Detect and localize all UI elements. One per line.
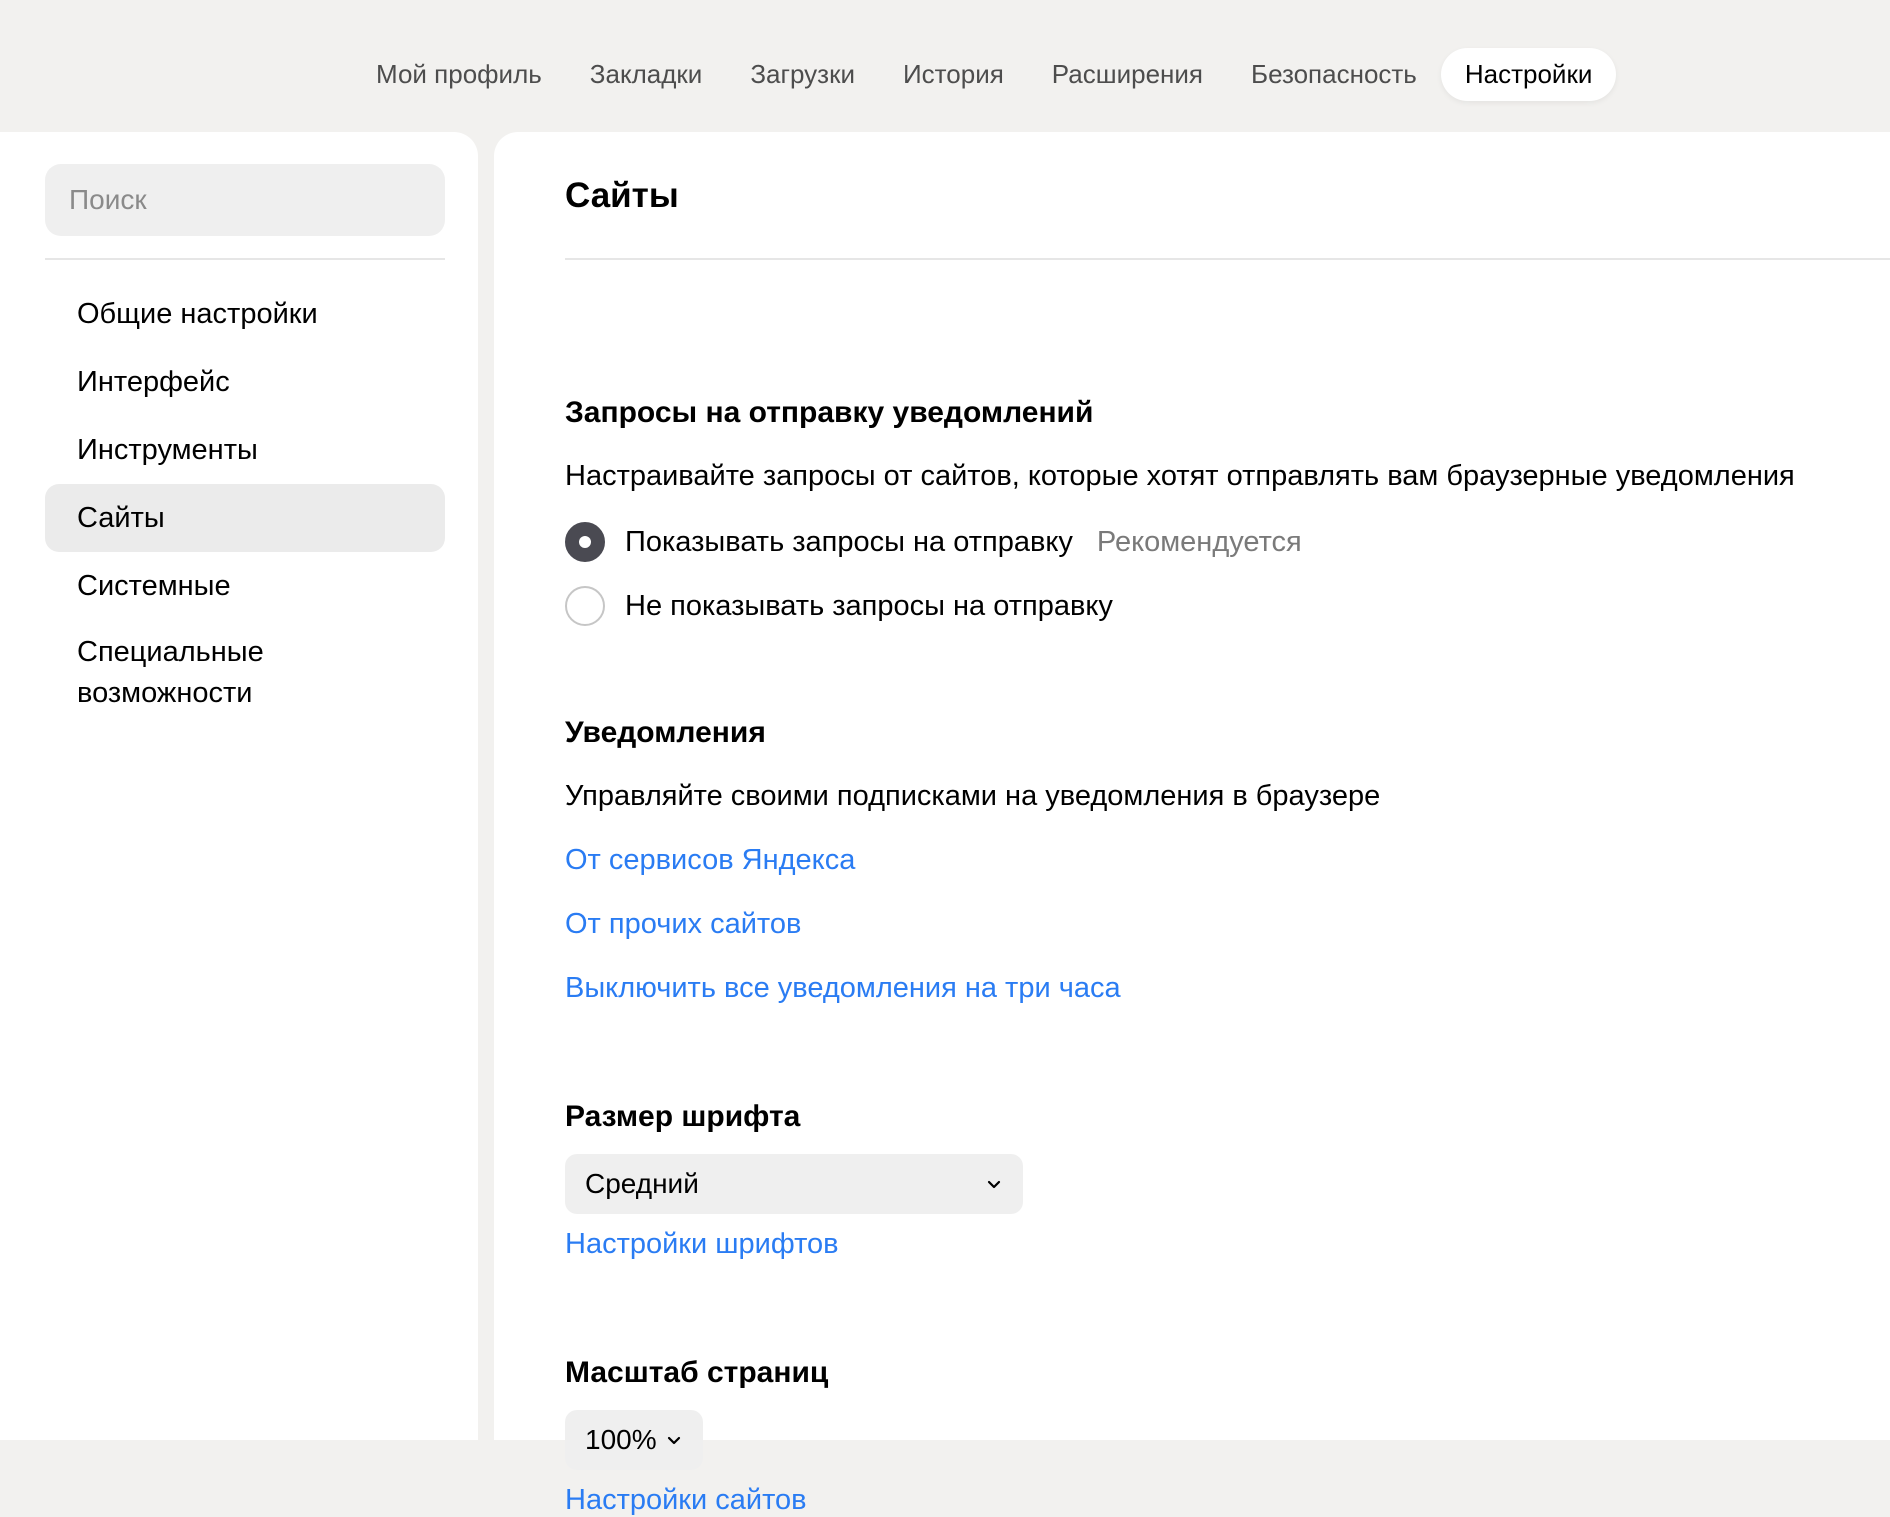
sidebar-item-sites[interactable]: Сайты <box>45 484 445 552</box>
font-size-heading: Размер шрифта <box>565 1100 801 1133</box>
radio-show-requests-label: Показывать запросы на отправку <box>625 525 1073 558</box>
page-zoom-selected-value: 100% <box>585 1424 657 1455</box>
chevron-down-icon <box>667 1436 681 1445</box>
font-size-select[interactable]: Средний <box>565 1154 1023 1214</box>
tab-extensions[interactable]: Расширения <box>1028 48 1227 101</box>
link-font-settings[interactable]: Настройки шрифтов <box>565 1228 839 1261</box>
radio-checked-icon[interactable] <box>565 522 605 562</box>
tab-my-profile[interactable]: Мой профиль <box>352 48 566 101</box>
tab-settings[interactable]: Настройки <box>1440 48 1617 101</box>
settings-nav: Общие настройки Интерфейс Инструменты Са… <box>45 280 445 726</box>
title-divider <box>565 258 1890 260</box>
tab-security[interactable]: Безопасность <box>1227 48 1441 101</box>
radio-unchecked-icon[interactable] <box>565 586 605 626</box>
page-zoom-select[interactable]: 100% <box>565 1410 703 1470</box>
top-tabs: Мой профиль Закладки Загрузки История Ра… <box>352 48 1617 101</box>
settings-main-panel: Сайты Запросы на отправку уведомлений На… <box>494 132 1890 1516</box>
font-size-selected-value: Средний <box>585 1168 699 1199</box>
search-divider <box>45 258 445 260</box>
settings-sidebar: Поиск Общие настройки Интерфейс Инструме… <box>0 132 478 1440</box>
link-yandex-services[interactable]: От сервисов Яндекса <box>565 844 855 877</box>
recommended-hint: Рекомендуется <box>1096 525 1302 558</box>
sidebar-item-general[interactable]: Общие настройки <box>45 280 445 348</box>
radio-hide-requests[interactable]: Не показывать запросы на отправку <box>565 586 1113 626</box>
notifications-description: Управляйте своими подписками на уведомле… <box>565 780 1381 812</box>
notification-requests-description: Настраивайте запросы от сайтов, которые … <box>565 460 1795 492</box>
sidebar-item-accessibility[interactable]: Специальные возможности <box>45 620 325 726</box>
tab-history[interactable]: История <box>879 48 1028 101</box>
radio-hide-requests-label: Не показывать запросы на отправку <box>625 589 1113 622</box>
notifications-heading: Уведомления <box>565 716 766 749</box>
search-input[interactable]: Поиск <box>45 164 445 236</box>
sidebar-item-interface[interactable]: Интерфейс <box>45 348 445 416</box>
radio-show-requests[interactable]: Показывать запросы на отправку Рекоменду… <box>565 522 1302 562</box>
page-zoom-heading: Масштаб страниц <box>565 1356 829 1389</box>
top-navigation-bar: Мой профиль Закладки Загрузки История Ра… <box>0 0 1890 132</box>
page-title: Сайты <box>565 176 679 215</box>
tab-downloads[interactable]: Загрузки <box>726 48 879 101</box>
sidebar-item-system[interactable]: Системные <box>45 552 445 620</box>
sidebar-item-tools[interactable]: Инструменты <box>45 416 445 484</box>
link-other-sites[interactable]: От прочих сайтов <box>565 908 801 941</box>
link-site-settings[interactable]: Настройки сайтов <box>565 1484 807 1517</box>
tab-bookmarks[interactable]: Закладки <box>566 48 727 101</box>
chevron-down-icon <box>987 1180 1001 1189</box>
link-mute-three-hours[interactable]: Выключить все уведомления на три часа <box>565 972 1121 1005</box>
notification-requests-heading: Запросы на отправку уведомлений <box>565 396 1094 429</box>
